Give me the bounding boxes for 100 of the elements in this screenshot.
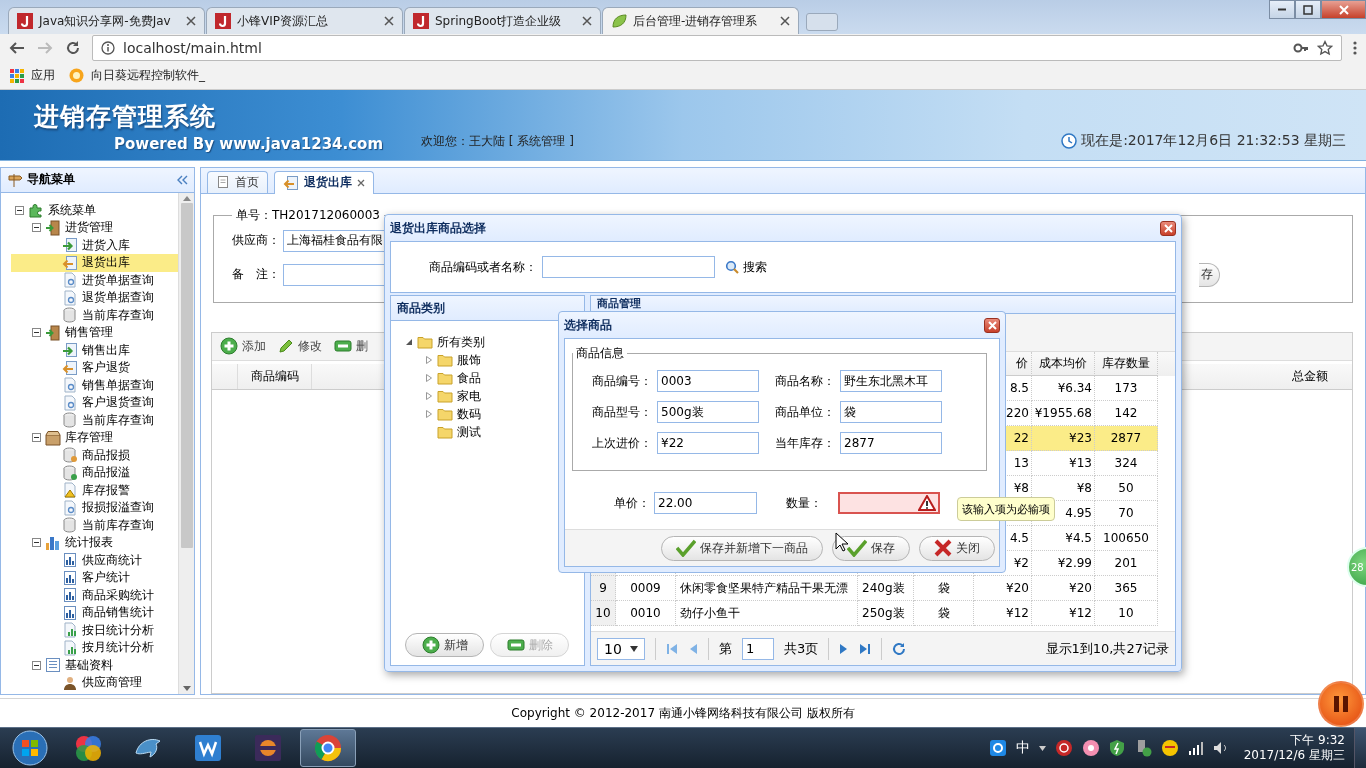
input-field[interactable]: 500g装 — [657, 401, 759, 423]
tree-item[interactable]: 测试 — [391, 423, 484, 441]
maximize-button[interactable] — [1295, 0, 1321, 19]
refresh-icon[interactable] — [892, 641, 907, 656]
tree-item[interactable]: 进货管理 — [1, 219, 178, 237]
tree-item[interactable]: 进货单据查询 — [1, 271, 178, 290]
minus-box-icon[interactable] — [32, 223, 41, 233]
minus-box-icon[interactable] — [32, 328, 41, 338]
tree-item[interactable]: 当前库存查询 — [1, 516, 178, 535]
collapsed-arrow-icon[interactable] — [425, 374, 433, 382]
page-size-select[interactable]: 10 — [597, 637, 645, 660]
tab[interactable]: 退货出库 — [274, 170, 374, 194]
tree-item[interactable]: 系统菜单 — [1, 201, 178, 220]
tree-item[interactable]: 家电 — [391, 387, 484, 405]
minus-box-icon[interactable] — [32, 660, 41, 670]
input-field[interactable]: 袋 — [840, 401, 942, 423]
tree-item[interactable]: 报损报溢查询 — [1, 499, 178, 517]
collapsed-arrow-icon[interactable] — [425, 356, 433, 364]
input-method[interactable]: 中 — [1015, 739, 1030, 758]
price-field[interactable]: 22.00 — [654, 492, 757, 514]
tree-item[interactable]: 供应商统计 — [1, 551, 178, 570]
tree-item[interactable]: 库存报警 — [1, 481, 178, 500]
tree-item[interactable]: 所有类别 — [391, 333, 488, 351]
search-field[interactable] — [542, 256, 715, 278]
input-field[interactable]: 野生东北黑木耳 — [840, 370, 942, 392]
close-button[interactable] — [1321, 0, 1366, 19]
browser-tab[interactable]: Java知识分享网-免费Jav — [8, 7, 205, 34]
tree-item[interactable]: 数码 — [391, 405, 484, 423]
close-button[interactable] — [1160, 220, 1176, 236]
page-number-field[interactable]: 1 — [742, 637, 774, 660]
minus-box-icon[interactable] — [32, 538, 41, 548]
tree-item[interactable]: 当前库存查询 — [1, 306, 178, 325]
reload-icon[interactable] — [64, 39, 82, 57]
tree-item[interactable]: 按月统计分析 — [1, 639, 178, 657]
expanded-arrow-icon[interactable] — [405, 338, 413, 346]
tree-item[interactable]: 服饰 — [391, 351, 484, 369]
tree-item[interactable]: 进货入库 — [1, 236, 178, 255]
tab[interactable]: 首页 — [207, 170, 268, 193]
tree-item[interactable]: 客户退货 — [1, 359, 178, 377]
input-field[interactable] — [283, 263, 385, 286]
taskbar-app[interactable] — [300, 729, 356, 768]
bookmark[interactable]: 应用 — [10, 67, 55, 84]
bookmark[interactable]: 向日葵远程控制软件_ — [69, 67, 205, 84]
tree-item[interactable]: 商品采购统计 — [1, 586, 178, 605]
browser-tab[interactable]: SpringBoot打造企业级 — [404, 7, 601, 34]
browser-tab[interactable]: 后台管理-进销存管理系 — [602, 7, 799, 34]
toolbar-button[interactable]: 添加 — [220, 337, 266, 356]
input-field[interactable]: ¥22 — [657, 432, 759, 454]
save-button[interactable]: 保存并新增下一商品 — [661, 535, 823, 561]
table-row[interactable]: 10 0010 劲仔小鱼干 250g装 袋 ¥12 ¥12 10 — [591, 601, 1175, 626]
close-icon[interactable] — [384, 16, 394, 26]
shield-icon[interactable] — [1108, 739, 1125, 758]
save-button[interactable]: 保存 — [832, 535, 910, 561]
collapse-icon[interactable] — [176, 173, 188, 186]
address-bar[interactable]: localhost/main.html — [92, 35, 1342, 61]
tree-item[interactable]: 供应商管理 — [1, 674, 178, 692]
caret-icon[interactable] — [1038, 745, 1046, 751]
close-button[interactable]: 关闭 — [919, 535, 995, 561]
close-icon[interactable] — [357, 178, 365, 187]
tree-item[interactable]: 统计报表 — [1, 534, 178, 552]
minus-box-icon[interactable] — [15, 205, 24, 215]
browser-tab[interactable]: 小锋VIP资源汇总 — [206, 7, 403, 34]
tree-item[interactable]: 按日统计分析 — [1, 621, 178, 640]
search-button[interactable]: 搜索 — [725, 258, 767, 276]
tree-item[interactable]: 食品 — [391, 369, 484, 387]
minimize-button[interactable] — [1269, 0, 1295, 19]
clock[interactable]: 下午 9:32 2017/12/6 星期三 — [1243, 733, 1345, 764]
signal-icon[interactable] — [1187, 741, 1204, 756]
tree-item[interactable]: 当前库存查询 — [1, 411, 178, 430]
table-row[interactable]: 9 0009 休闲零食坚果特产精品干果无漂 240g装 袋 ¥20 ¥20 365 — [591, 576, 1175, 601]
quantity-field[interactable] — [838, 492, 940, 514]
scrollbar[interactable] — [178, 192, 194, 695]
menu-icon[interactable] — [1352, 39, 1358, 57]
add-button[interactable]: 新增 — [405, 633, 484, 657]
tree-item[interactable]: 基础资料 — [1, 656, 178, 675]
close-icon[interactable] — [780, 16, 790, 26]
tree-item[interactable]: 客户退货查询 — [1, 394, 178, 412]
close-icon[interactable] — [186, 16, 196, 26]
input-field[interactable]: 2877 — [840, 432, 942, 454]
collapsed-arrow-icon[interactable] — [425, 410, 433, 418]
close-button[interactable] — [984, 317, 1000, 333]
input-field[interactable]: 上海福桂食品有限 — [283, 229, 385, 252]
tree-item[interactable]: 库存管理 — [1, 429, 178, 447]
tree-item[interactable]: 退货出库 — [11, 254, 178, 272]
toolbar-button[interactable]: 删 — [334, 337, 368, 355]
close-icon[interactable] — [582, 16, 592, 26]
input-field[interactable]: 0003 — [657, 370, 759, 392]
star-icon[interactable] — [1317, 40, 1333, 56]
tree-item[interactable]: 销售单据查询 — [1, 376, 178, 395]
minus-box-icon[interactable] — [32, 433, 41, 443]
tree-item[interactable]: 销售管理 — [1, 324, 178, 342]
tree-item[interactable]: 商品报损 — [1, 446, 178, 465]
speaker-icon[interactable] — [1212, 741, 1229, 756]
save-button[interactable]: 存 — [1199, 262, 1220, 287]
collapsed-arrow-icon[interactable] — [425, 392, 433, 400]
chat-app-icon[interactable] — [988, 739, 1007, 758]
tree-item[interactable]: 商品销售统计 — [1, 604, 178, 622]
tree-item[interactable]: 客户统计 — [1, 569, 178, 587]
last-page-icon[interactable] — [859, 642, 872, 655]
tree-item[interactable]: 商品报溢 — [1, 464, 178, 482]
